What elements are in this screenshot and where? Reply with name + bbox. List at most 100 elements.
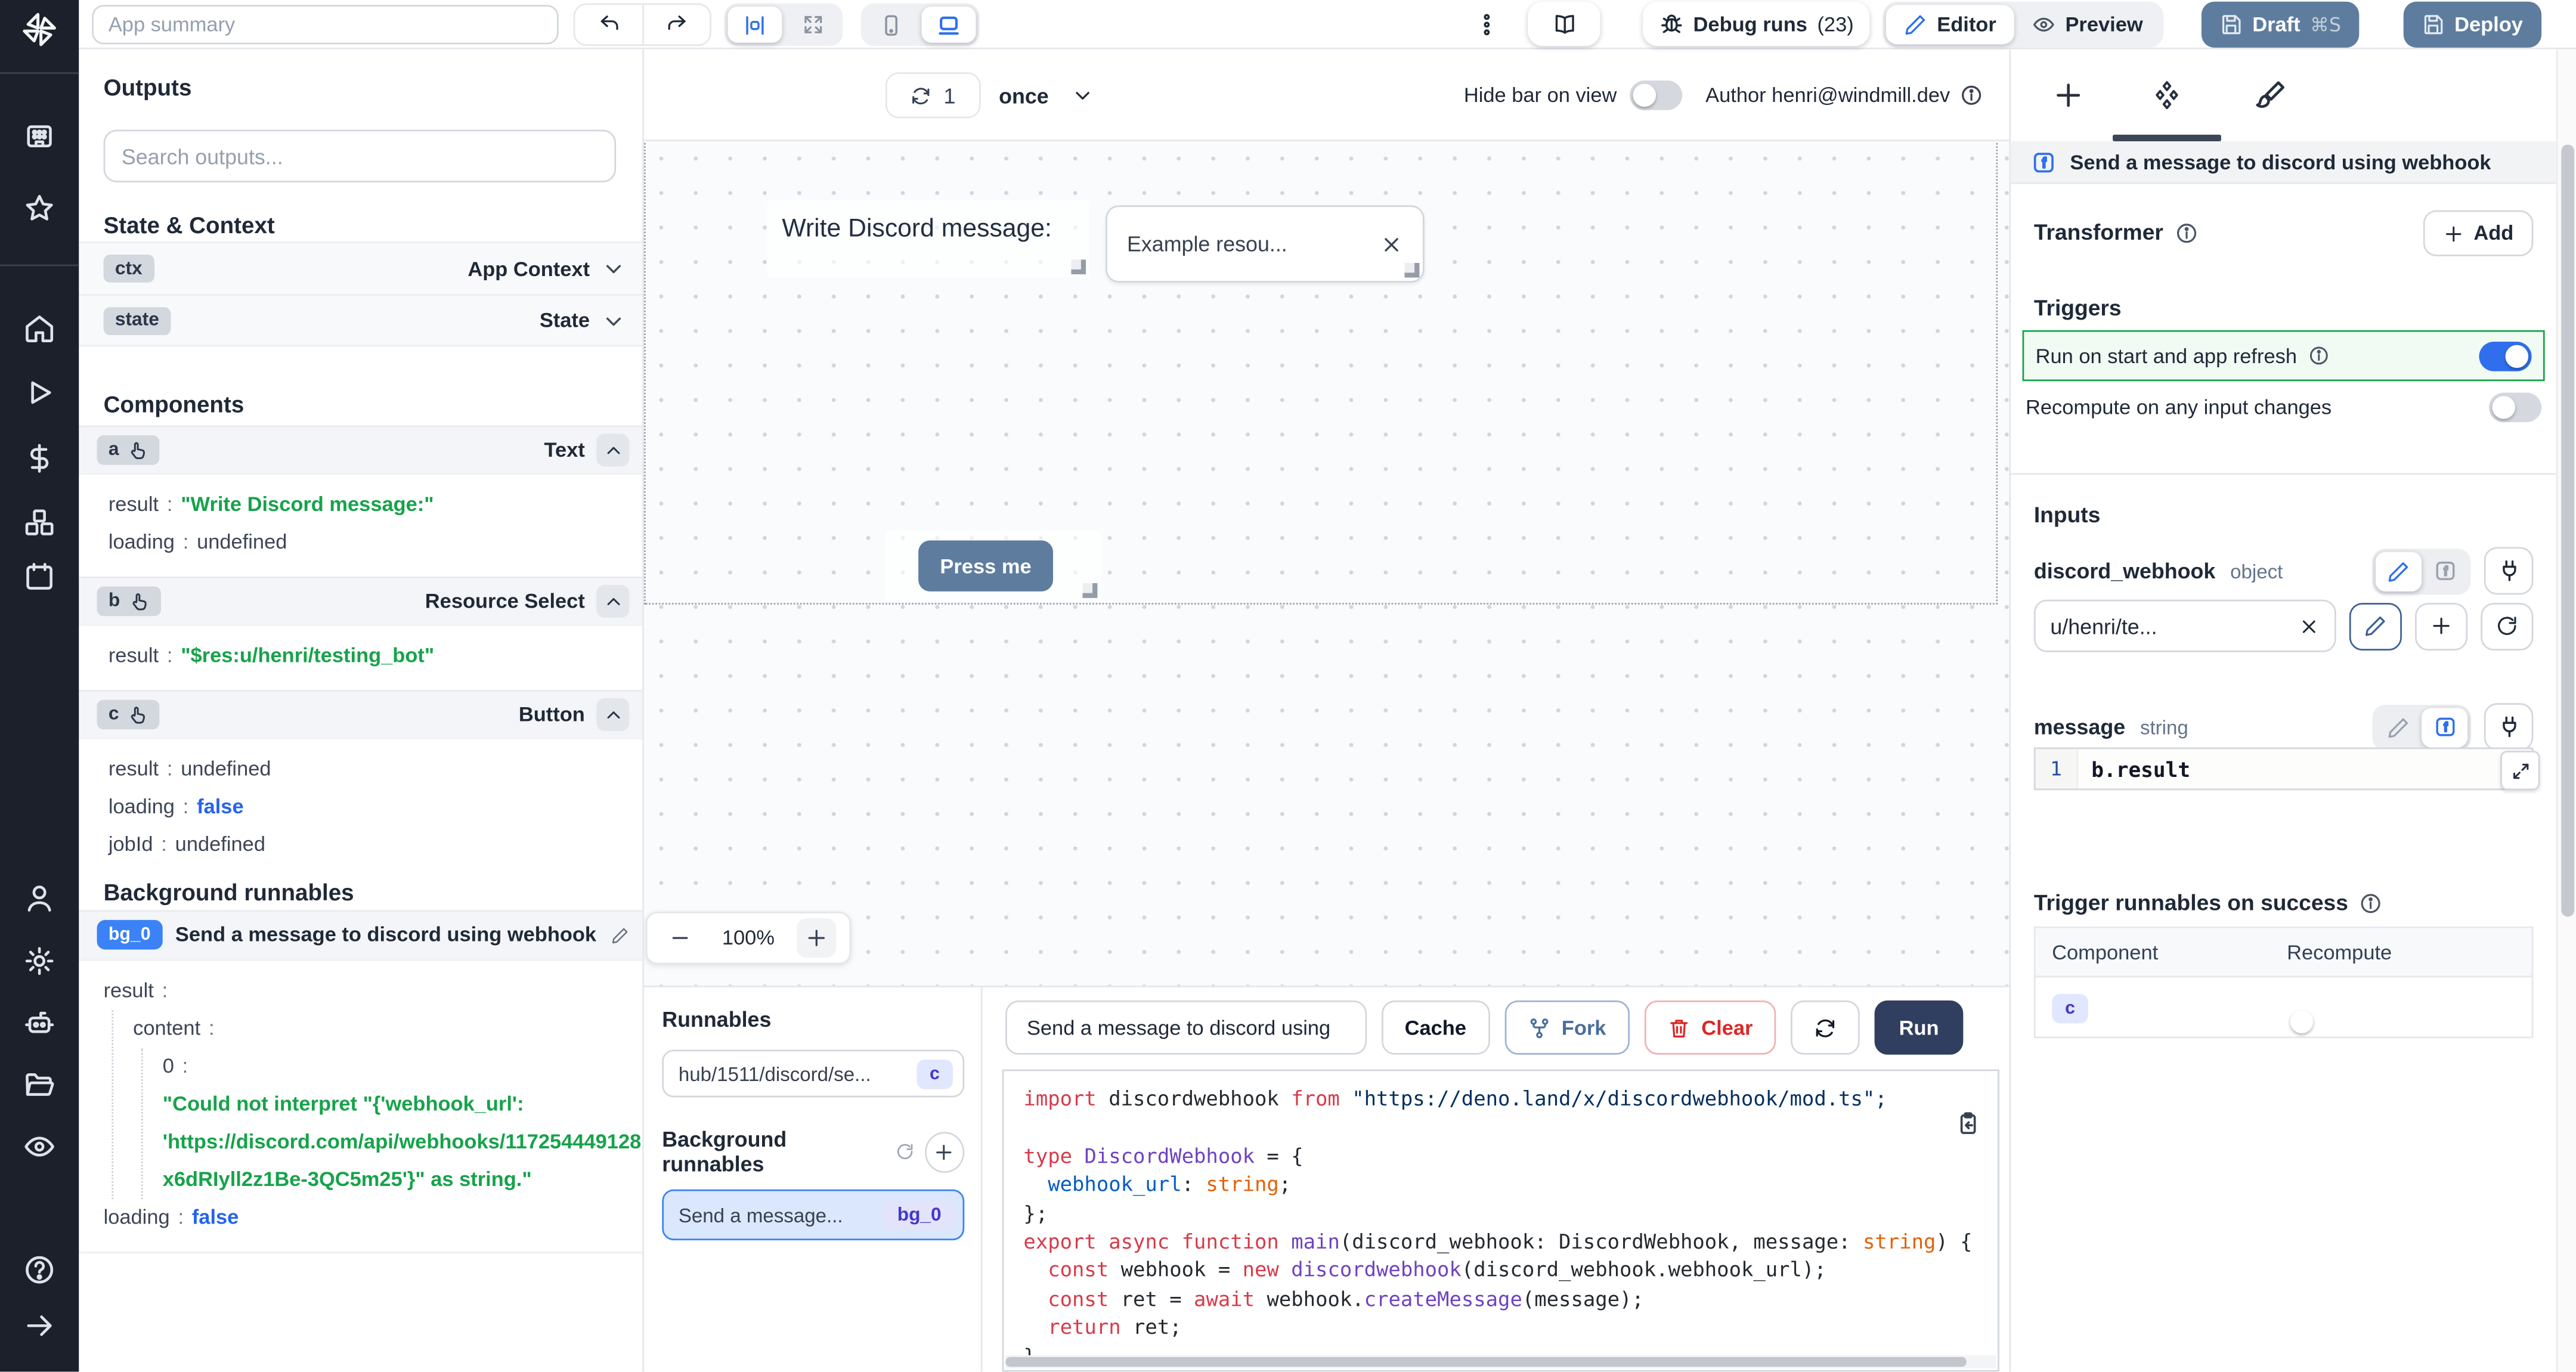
resource-select-component[interactable]: Example resou... — [1106, 205, 1425, 283]
add-resource-button[interactable] — [2414, 602, 2468, 650]
settings-gear-icon[interactable] — [23, 944, 56, 977]
draft-button[interactable]: Draft ⌘S — [2201, 1, 2360, 48]
button-component-wrap[interactable]: Press me — [885, 530, 1101, 602]
ctx-row[interactable]: ctx App Context — [79, 241, 643, 295]
cache-button[interactable]: Cache — [1382, 1000, 1490, 1055]
more-menu-kebab-icon[interactable] — [1473, 11, 1500, 38]
resources-boxes-icon[interactable] — [23, 506, 56, 539]
edit-pencil-icon[interactable] — [611, 925, 629, 943]
active-tab-underline — [2113, 134, 2221, 141]
theme-brush-tab-icon[interactable] — [2254, 79, 2287, 112]
undo-button[interactable] — [575, 5, 642, 44]
recompute-column-header: Recompute — [2287, 940, 2392, 964]
outputs-title: Outputs — [103, 73, 192, 101]
right-scrollbar[interactable] — [2556, 49, 2576, 1372]
app-summary-input[interactable] — [92, 5, 559, 45]
zoom-in-button[interactable] — [797, 918, 837, 958]
audit-eye-icon[interactable] — [23, 1131, 56, 1163]
refresh-count-button[interactable]: 1 — [885, 72, 981, 119]
expand-editor-button[interactable] — [2500, 751, 2540, 791]
code-line: const ret = await webhook.createMessage(… — [1048, 1287, 1644, 1311]
background-runnable-header[interactable]: bg_0 Send a message to discord using web… — [79, 910, 643, 959]
trigger-runnables-table: Component Recompute c — [2033, 926, 2534, 1039]
resource-value-field[interactable]: u/henri/te... — [2033, 599, 2336, 652]
resize-grip-icon[interactable] — [1404, 262, 1420, 278]
code-horizontal-scrollbar[interactable] — [1005, 1355, 1996, 1368]
fork-button[interactable]: Fork — [1504, 1000, 1630, 1055]
connect-plug-button[interactable] — [2484, 547, 2534, 595]
zoom-out-button[interactable] — [661, 918, 700, 958]
search-outputs-input[interactable] — [103, 129, 617, 182]
run-on-start-toggle[interactable] — [2479, 340, 2532, 371]
eval-mode-button[interactable] — [2422, 707, 2468, 747]
recompute-mode-dropdown[interactable]: once — [999, 72, 1095, 118]
expand-sidebar-arrow-icon[interactable] — [23, 1309, 56, 1342]
editor-preview-group: Editor Preview — [1883, 1, 2165, 48]
static-mode-button[interactable] — [2376, 707, 2422, 747]
favorites-star-icon[interactable] — [23, 192, 56, 225]
tab-editor[interactable]: Editor — [1885, 5, 2015, 45]
debug-runs-button[interactable]: Debug runs (23) — [1643, 1, 1870, 47]
scrollbar-thumb[interactable] — [2560, 144, 2574, 917]
text-component[interactable]: Write Discord message: — [767, 200, 1089, 278]
info-icon[interactable] — [1960, 84, 1983, 107]
copy-clipboard-icon[interactable] — [1955, 1110, 1981, 1136]
recompute-toggle[interactable] — [2488, 392, 2542, 423]
docs-button[interactable] — [1528, 1, 1600, 47]
variables-dollar-icon[interactable] — [23, 442, 56, 475]
clear-x-icon[interactable] — [2298, 615, 2320, 637]
redo-button[interactable] — [642, 5, 710, 45]
clear-button[interactable]: Clear — [1643, 1000, 1776, 1055]
schedules-calendar-icon[interactable] — [23, 560, 56, 593]
refresh-resource-button[interactable] — [2481, 602, 2534, 650]
folders-icon[interactable] — [23, 1068, 56, 1101]
code-editor[interactable]: import discordwebhook from "https://deno… — [1002, 1069, 1999, 1372]
run-button[interactable]: Run — [1874, 1000, 1964, 1055]
tab-preview[interactable]: Preview — [2014, 5, 2161, 44]
edit-resource-button[interactable] — [2349, 602, 2402, 650]
fullscreen-toggle[interactable] — [785, 7, 840, 43]
workers-robot-icon[interactable] — [23, 1007, 56, 1040]
clear-x-icon[interactable] — [1380, 233, 1403, 256]
chevron-down-icon[interactable] — [601, 308, 626, 333]
script-tab[interactable]: Send a message to discord using — [1005, 1000, 1367, 1055]
user-icon[interactable] — [23, 882, 56, 915]
workspace-building-icon[interactable] — [23, 120, 56, 153]
windmill-logo-icon[interactable] — [21, 11, 58, 48]
add-transformer-button[interactable]: Add — [2422, 210, 2534, 256]
component-header-a[interactable]: a Text — [79, 425, 643, 473]
connect-plug-button[interactable] — [2484, 703, 2534, 751]
app-canvas[interactable]: Write Discord message: Example resou... … — [643, 141, 2010, 986]
runnable-item[interactable]: hub/1511/discord/se... c — [662, 1049, 965, 1098]
insert-plus-tab-icon[interactable] — [2052, 79, 2085, 112]
resize-grip-icon[interactable] — [1082, 583, 1098, 598]
left-nav-rail — [0, 0, 79, 1372]
press-me-button[interactable]: Press me — [918, 540, 1054, 591]
static-mode-button[interactable] — [2375, 551, 2422, 591]
message-expression-editor[interactable]: 1 b.result — [2033, 747, 2534, 791]
settings-diamonds-tab-icon[interactable] — [2150, 79, 2183, 112]
resize-grip-icon[interactable] — [1071, 259, 1086, 275]
reload-button[interactable] — [1790, 1000, 1860, 1055]
hide-bar-toggle[interactable] — [1630, 80, 1683, 110]
help-icon[interactable] — [23, 1253, 56, 1286]
collapse-button[interactable] — [596, 698, 630, 732]
selected-background-runnable[interactable]: Send a message... bg_0 — [662, 1189, 965, 1241]
chevron-down-icon[interactable] — [601, 256, 626, 281]
mobile-view-toggle[interactable] — [864, 7, 918, 43]
deploy-button[interactable]: Deploy — [2403, 1, 2541, 48]
component-header-b[interactable]: b Resource Select — [79, 577, 643, 624]
runs-play-icon[interactable] — [23, 376, 56, 409]
info-icon[interactable] — [2175, 221, 2198, 244]
collapse-button[interactable] — [596, 433, 630, 467]
add-background-runnable-button[interactable] — [924, 1131, 965, 1172]
eval-mode-button[interactable] — [2422, 551, 2467, 590]
home-icon[interactable] — [23, 312, 56, 345]
state-row[interactable]: state State — [79, 294, 643, 347]
collapse-button[interactable] — [596, 584, 630, 618]
info-icon[interactable] — [2360, 891, 2383, 915]
info-icon[interactable] — [2308, 345, 2330, 367]
desktop-view-toggle[interactable] — [921, 7, 976, 43]
align-center-toggle[interactable] — [727, 7, 782, 43]
component-header-c[interactable]: c Button — [79, 690, 643, 738]
